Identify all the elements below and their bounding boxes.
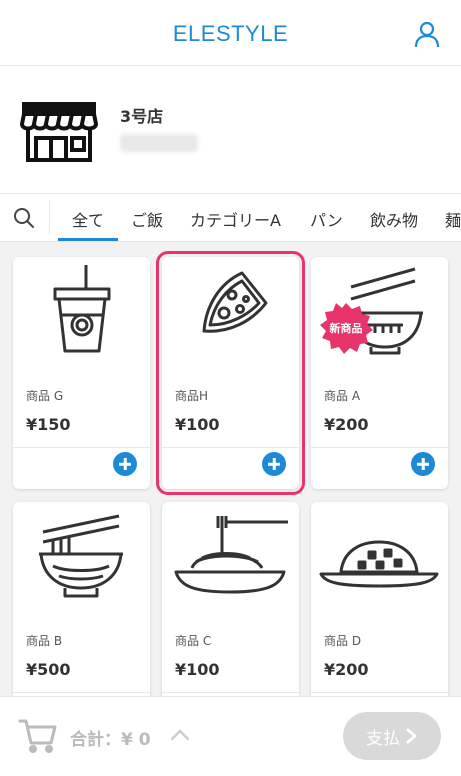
product-price: ¥150 — [26, 415, 71, 434]
card-divider — [311, 692, 448, 693]
product-name: 商品 G — [26, 389, 64, 403]
product-card[interactable]: 商品 B ¥500 — [13, 502, 150, 696]
search-icon[interactable] — [12, 206, 36, 230]
product-price: ¥100 — [175, 415, 220, 434]
cart-icon[interactable] — [18, 715, 58, 755]
product-card[interactable]: 商品 D ¥200 — [311, 502, 448, 696]
badge-label: 新商品 — [329, 322, 363, 335]
category-tabs: 全て ご飯 カテゴリーA パン 飲み物 麺 — [0, 194, 461, 242]
pizza-slice-icon — [162, 257, 299, 367]
shop-address-blurred — [120, 134, 198, 152]
product-name: 商品 B — [26, 634, 63, 648]
spaghetti-plate-icon — [162, 502, 299, 612]
pay-button-label: 支払 — [366, 728, 400, 749]
add-to-cart-button[interactable] — [262, 452, 286, 476]
product-name: 商品H — [175, 389, 209, 403]
card-divider — [162, 692, 299, 693]
cart-bar: 合計：¥ 0 支払 — [0, 696, 461, 776]
shop-name: 3号店 — [120, 107, 164, 126]
product-price: ¥100 — [175, 660, 220, 679]
product-price: ¥200 — [324, 415, 369, 434]
tab-divider — [49, 200, 50, 234]
cart-total: 合計：¥ 0 — [70, 730, 151, 750]
chevron-right-icon — [406, 728, 417, 744]
product-name: 商品 A — [324, 389, 361, 403]
storefront-icon — [20, 98, 98, 164]
ramen-bowl-icon — [13, 502, 150, 612]
card-divider — [162, 447, 299, 448]
add-to-cart-button[interactable] — [411, 452, 435, 476]
brand-title: ELESTYLE — [172, 21, 289, 46]
tab-all[interactable]: 全て — [57, 207, 119, 241]
product-card-highlighted[interactable]: 商品H ¥100 — [156, 251, 305, 495]
curry-rice-icon — [311, 502, 448, 612]
product-grid: 商品 G ¥150 商品H ¥100 新商品 商品 A ¥200 商品 B ¥5… — [0, 242, 461, 696]
new-product-badge: 新商品 — [319, 301, 373, 355]
tab-category-a[interactable]: カテゴリーA — [190, 207, 281, 231]
app-header: ELESTYLE — [0, 0, 461, 66]
card-divider — [13, 447, 150, 448]
product-card[interactable]: 新商品 商品 A ¥200 — [311, 257, 448, 489]
tab-bread[interactable]: パン — [310, 207, 343, 231]
product-card[interactable]: 商品 G ¥150 — [13, 257, 150, 489]
card-divider — [13, 692, 150, 693]
product-price: ¥200 — [324, 660, 369, 679]
chevron-up-icon[interactable] — [168, 723, 192, 747]
drink-cup-icon — [13, 257, 150, 367]
shop-info: 3号店 — [0, 66, 461, 194]
card-divider — [311, 447, 448, 448]
product-name: 商品 C — [175, 634, 212, 648]
product-card[interactable]: 商品 C ¥100 — [162, 502, 299, 696]
tab-drinks[interactable]: 飲み物 — [370, 207, 418, 231]
tab-noodles[interactable]: 麺 — [445, 207, 461, 231]
tab-rice[interactable]: ご飯 — [131, 207, 163, 231]
product-price: ¥500 — [26, 660, 71, 679]
pay-button[interactable]: 支払 — [343, 712, 441, 760]
product-name: 商品 D — [324, 634, 362, 648]
add-to-cart-button[interactable] — [113, 452, 137, 476]
user-icon[interactable] — [413, 20, 441, 48]
